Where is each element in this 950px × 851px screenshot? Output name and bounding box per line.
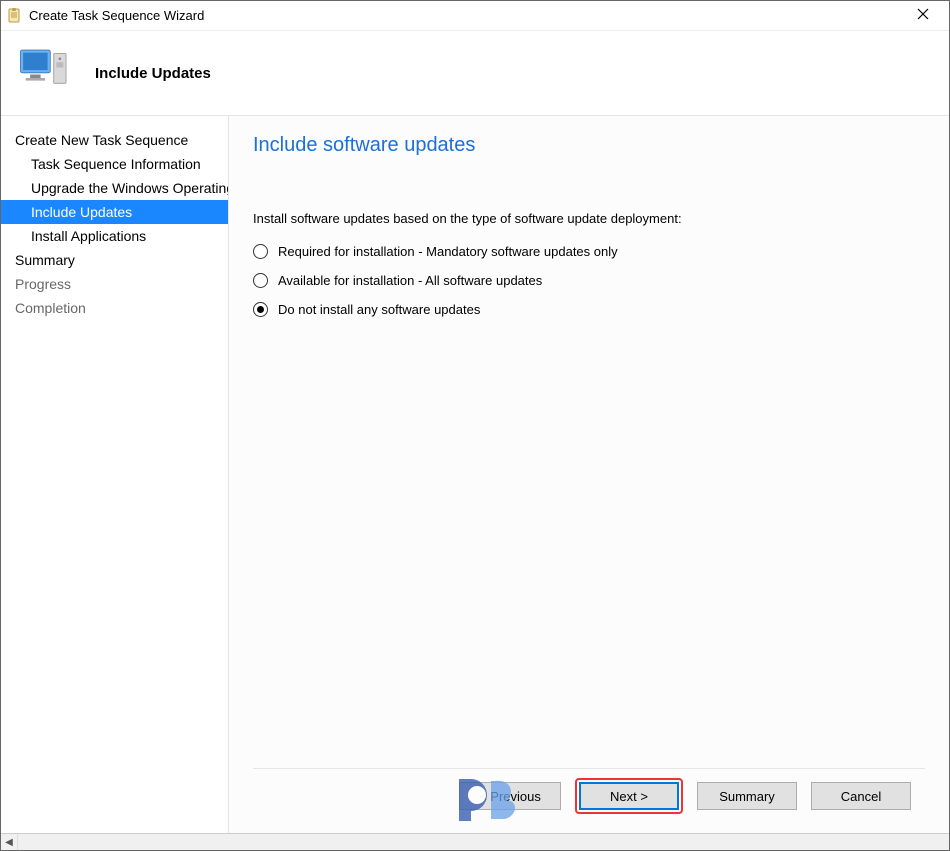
sidebar-item-create-new-task-sequence[interactable]: Create New Task Sequence (1, 128, 228, 152)
wizard-content: Include software updates Install softwar… (229, 116, 949, 833)
radio-icon (253, 244, 268, 259)
sidebar-item-install-applications[interactable]: Install Applications (1, 224, 228, 248)
sidebar-item-completion[interactable]: Completion (1, 296, 228, 320)
cancel-button[interactable]: Cancel (811, 782, 911, 810)
scroll-left-icon[interactable]: ◀ (1, 834, 18, 850)
page-title: Include Updates (95, 65, 211, 82)
titlebar: Create Task Sequence Wizard (1, 1, 949, 31)
content-instruction: Install software updates based on the ty… (253, 211, 925, 226)
radio-available-updates[interactable]: Available for installation - All softwar… (253, 273, 925, 288)
computer-icon (17, 43, 65, 103)
wizard-body: Create New Task Sequence Task Sequence I… (1, 116, 949, 833)
previous-button[interactable]: < Previous (459, 782, 561, 810)
next-button[interactable]: Next > (579, 782, 679, 810)
radio-no-updates[interactable]: Do not install any software updates (253, 302, 925, 317)
radio-label: Do not install any software updates (278, 302, 480, 317)
horizontal-scrollbar[interactable]: ◀ (1, 833, 949, 850)
sidebar-item-upgrade-windows-os[interactable]: Upgrade the Windows Operating System (1, 176, 228, 200)
sidebar-item-summary[interactable]: Summary (1, 248, 228, 272)
wizard-header: Include Updates (1, 31, 949, 116)
wizard-sidebar: Create New Task Sequence Task Sequence I… (1, 116, 229, 833)
window-title: Create Task Sequence Wizard (29, 8, 903, 23)
wizard-footer: < Previous Next > Summary Cancel (253, 768, 925, 823)
next-button-highlight: Next > (575, 778, 683, 814)
radio-icon (253, 302, 268, 317)
summary-button[interactable]: Summary (697, 782, 797, 810)
app-icon (7, 8, 23, 24)
close-button[interactable] (903, 7, 943, 24)
content-heading: Include software updates (253, 134, 925, 157)
radio-icon (253, 273, 268, 288)
radio-label: Required for installation - Mandatory so… (278, 244, 618, 259)
sidebar-item-include-updates[interactable]: Include Updates (1, 200, 228, 224)
sidebar-item-task-sequence-information[interactable]: Task Sequence Information (1, 152, 228, 176)
wizard-window: Create Task Sequence Wizard Include Upda… (0, 0, 950, 851)
radio-required-updates[interactable]: Required for installation - Mandatory so… (253, 244, 925, 259)
sidebar-item-progress[interactable]: Progress (1, 272, 228, 296)
radio-label: Available for installation - All softwar… (278, 273, 542, 288)
